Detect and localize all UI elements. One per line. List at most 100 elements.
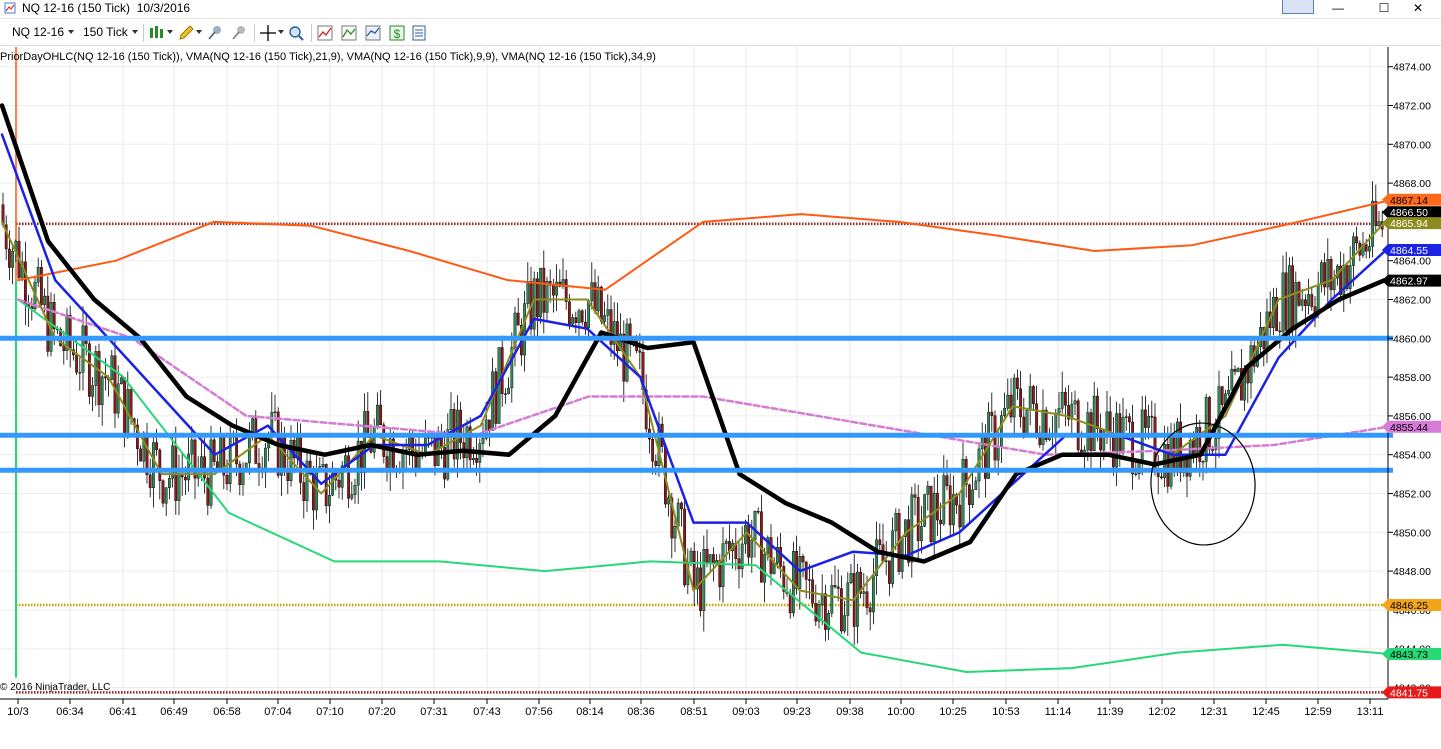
- candle-body: [1351, 236, 1355, 266]
- x-tick-label: 09:03: [732, 706, 760, 718]
- candle-body: [1307, 294, 1311, 306]
- candle-body: [1115, 413, 1119, 468]
- drawing-pencil-icon[interactable]: [177, 24, 195, 42]
- candle-body: [638, 350, 642, 353]
- price-marker-label: 4867.14: [1390, 195, 1428, 207]
- candle-body: [1355, 236, 1359, 244]
- candle-body: [337, 479, 341, 488]
- chevron-down-icon[interactable]: [167, 30, 173, 34]
- candle-body: [804, 561, 808, 580]
- indicators-icon[interactable]: [316, 24, 334, 42]
- link-button[interactable]: [1282, 0, 1314, 14]
- candle-body: [1348, 265, 1352, 289]
- candle-body: [654, 460, 658, 466]
- candle-body: [939, 519, 943, 525]
- candle-body: [481, 438, 485, 444]
- candle-body: [840, 588, 843, 632]
- candle-body: [1025, 409, 1029, 435]
- candle-body: [705, 548, 709, 564]
- candle-body: [600, 286, 603, 322]
- data-box-icon[interactable]: [410, 24, 428, 42]
- y-tick-label: 4862.00: [1393, 295, 1431, 307]
- candle-body: [1035, 403, 1039, 434]
- candle-body: [1297, 282, 1301, 306]
- candle-body: [552, 285, 555, 296]
- pin-icon[interactable]: [206, 24, 224, 42]
- price-chart[interactable]: 4874.004872.004870.004868.004866.004864.…: [0, 47, 1441, 749]
- candle-body: [1291, 265, 1295, 330]
- candle-body: [542, 267, 546, 313]
- chevron-down-icon[interactable]: [132, 30, 138, 34]
- x-tick-label: 12:02: [1148, 706, 1176, 718]
- y-tick-label: 4870.00: [1393, 139, 1431, 151]
- candle-body: [974, 480, 978, 491]
- chevron-down-icon[interactable]: [68, 30, 74, 34]
- interval-selector[interactable]: 150 Tick: [83, 25, 128, 39]
- candle-body: [206, 477, 210, 506]
- candle-body: [100, 376, 104, 405]
- candle-body: [1016, 377, 1019, 389]
- crosshair-icon[interactable]: [259, 24, 277, 42]
- candle-body: [1108, 411, 1112, 434]
- candle-body: [1159, 476, 1163, 479]
- price-marker-label: 4855.44: [1390, 422, 1428, 434]
- candle-body: [1367, 246, 1371, 252]
- candle-body: [449, 409, 453, 430]
- x-tick-label: 07:04: [264, 706, 292, 718]
- candle-body: [606, 309, 610, 316]
- chevron-down-icon[interactable]: [278, 30, 284, 34]
- candle-body: [372, 426, 376, 453]
- candle-body: [536, 278, 539, 318]
- candle-body: [161, 480, 165, 504]
- candle-body: [574, 317, 578, 323]
- minimize-button[interactable]: —: [1315, 0, 1361, 18]
- candle-body: [568, 301, 571, 325]
- candle-body: [158, 449, 162, 481]
- candle-body: [1006, 394, 1010, 409]
- chevron-down-icon[interactable]: [196, 30, 202, 34]
- y-tick-label: 4874.00: [1393, 62, 1431, 74]
- candle-body: [1089, 412, 1093, 451]
- candle-body: [504, 393, 507, 395]
- candle-body: [68, 314, 72, 350]
- zoom-icon[interactable]: [287, 24, 305, 42]
- bar-type-icon[interactable]: [148, 24, 166, 42]
- candle-body: [596, 286, 600, 312]
- candle-body: [865, 591, 869, 608]
- candle-body: [1364, 244, 1368, 252]
- candle-body: [1031, 386, 1035, 404]
- chart-properties-icon[interactable]: [364, 24, 382, 42]
- candle-body: [1374, 200, 1378, 227]
- candle-body: [103, 376, 107, 379]
- strategies-icon[interactable]: [340, 24, 358, 42]
- candle-body: [1287, 265, 1291, 331]
- candle-body: [119, 377, 123, 385]
- candle-body: [571, 317, 575, 325]
- pin-icon[interactable]: [230, 24, 248, 42]
- close-button[interactable]: ✕: [1395, 0, 1441, 18]
- candle-body: [516, 312, 520, 326]
- candle-body: [1000, 415, 1003, 447]
- candle-body: [539, 267, 543, 318]
- candle-body: [1012, 377, 1016, 418]
- candle-body: [801, 556, 805, 563]
- candle-body: [388, 438, 392, 472]
- candle-body: [1332, 277, 1336, 291]
- candle-body: [587, 300, 591, 329]
- candle-body: [155, 442, 158, 451]
- candle-body: [1019, 388, 1023, 418]
- candle-body: [913, 494, 917, 498]
- y-tick-label: 4854.00: [1393, 450, 1431, 462]
- candle-body: [808, 579, 811, 581]
- candle-body: [113, 355, 117, 414]
- x-tick-label: 08:51: [680, 706, 708, 718]
- dollar-icon[interactable]: $: [388, 24, 406, 42]
- instrument-selector[interactable]: NQ 12-16: [12, 25, 64, 39]
- x-tick-label: 08:36: [627, 706, 655, 718]
- candle-body: [798, 556, 802, 589]
- svg-text:$: $: [394, 27, 401, 41]
- candle-body: [1105, 411, 1109, 432]
- candle-body: [849, 573, 853, 583]
- candle-body: [1281, 272, 1285, 333]
- candle-body: [603, 315, 607, 322]
